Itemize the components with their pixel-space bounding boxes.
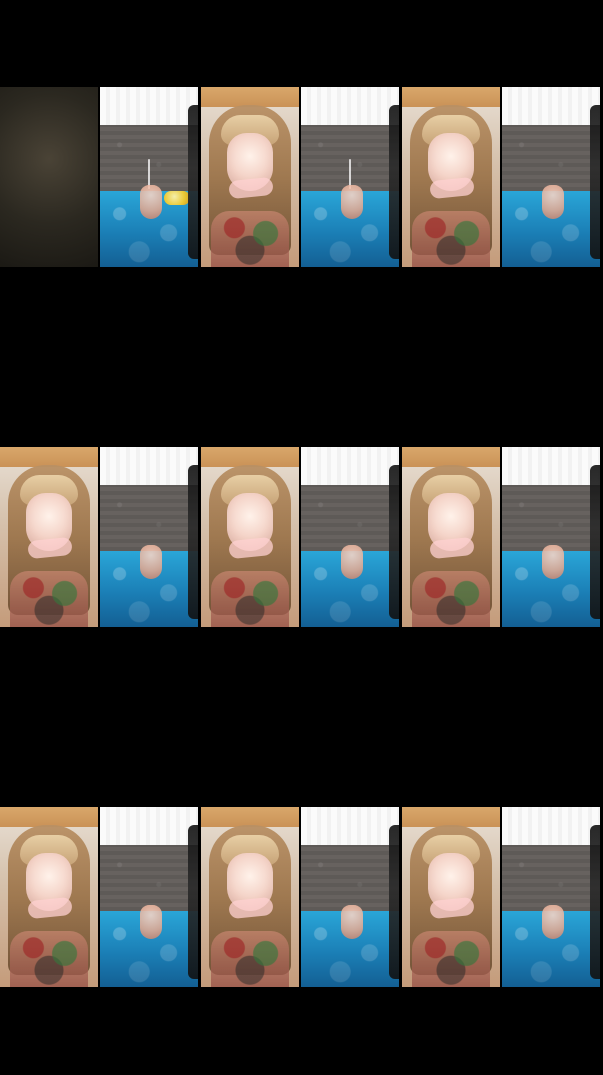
frame-6	[402, 447, 603, 627]
ceiling-light	[0, 447, 98, 467]
selfie-panel	[201, 447, 299, 627]
frame-2	[201, 87, 402, 267]
collage-page	[0, 0, 603, 1075]
pool-wall	[301, 845, 399, 911]
tattoo	[412, 211, 490, 267]
selfie-panel	[0, 807, 98, 987]
pool-wall	[301, 485, 399, 551]
pool-ceiling	[301, 87, 399, 125]
ceiling-light	[201, 87, 299, 107]
pool-wall	[502, 125, 600, 191]
selfie-panel	[201, 807, 299, 987]
pool-rail	[590, 465, 600, 619]
tattoo	[412, 571, 490, 627]
pool-panel	[502, 807, 600, 987]
pool-panel	[301, 447, 399, 627]
selfie-panel	[0, 447, 98, 627]
frame-7	[0, 807, 201, 987]
pool-float	[164, 191, 190, 205]
selfie-panel	[402, 87, 500, 267]
tattoo	[10, 931, 88, 987]
selfie-panel	[402, 447, 500, 627]
pool-swimmer	[542, 545, 564, 579]
frame-9	[402, 807, 603, 987]
pool-ceiling	[100, 447, 198, 485]
pool-panel	[100, 447, 198, 627]
tattoo	[412, 931, 490, 987]
pool-rail	[389, 465, 399, 619]
pool-ceiling	[502, 807, 600, 845]
tattoo	[10, 571, 88, 627]
pool-ceiling	[100, 807, 198, 845]
pool-swimmer	[140, 905, 162, 939]
frame-3	[402, 87, 603, 267]
pool-rail	[188, 105, 198, 259]
pool-panel	[301, 87, 399, 267]
pool-swimmer	[341, 545, 363, 579]
pool-rail	[389, 825, 399, 979]
pool-wall	[502, 845, 600, 911]
pool-panel	[100, 807, 198, 987]
pool-ceiling	[502, 447, 600, 485]
frame-4	[0, 447, 201, 627]
pool-panel	[301, 807, 399, 987]
pool-panel	[100, 87, 198, 267]
tattoo	[211, 571, 289, 627]
pool-ceiling	[301, 447, 399, 485]
frame-8	[201, 807, 402, 987]
pool-ceiling	[502, 87, 600, 125]
ceiling-light	[402, 807, 500, 827]
pool-wall	[100, 485, 198, 551]
ceiling-light	[201, 447, 299, 467]
pool-wall	[502, 485, 600, 551]
pool-swimmer	[341, 905, 363, 939]
pool-panel	[502, 447, 600, 627]
pool-ceiling	[301, 807, 399, 845]
ceiling-light	[402, 87, 500, 107]
pool-ceiling	[100, 87, 198, 125]
frame-5	[201, 447, 402, 627]
pool-swimmer	[341, 185, 363, 219]
pool-rail	[188, 825, 198, 979]
selfie-panel	[402, 807, 500, 987]
pool-swimmer	[542, 905, 564, 939]
pool-rail	[590, 825, 600, 979]
frame-1	[0, 87, 201, 267]
ceiling-light	[402, 447, 500, 467]
selfie-panel	[201, 87, 299, 267]
pool-panel	[502, 87, 600, 267]
pool-swimmer	[542, 185, 564, 219]
pool-rail	[389, 105, 399, 259]
ceiling-light	[0, 807, 98, 827]
tattoo	[211, 211, 289, 267]
pool-swimmer	[140, 545, 162, 579]
ceiling-light	[201, 807, 299, 827]
pool-rail	[590, 105, 600, 259]
pool-rail	[188, 465, 198, 619]
selfie-panel	[0, 87, 98, 267]
pool-swimmer	[140, 185, 162, 219]
pool-wall	[100, 845, 198, 911]
tattoo	[211, 931, 289, 987]
